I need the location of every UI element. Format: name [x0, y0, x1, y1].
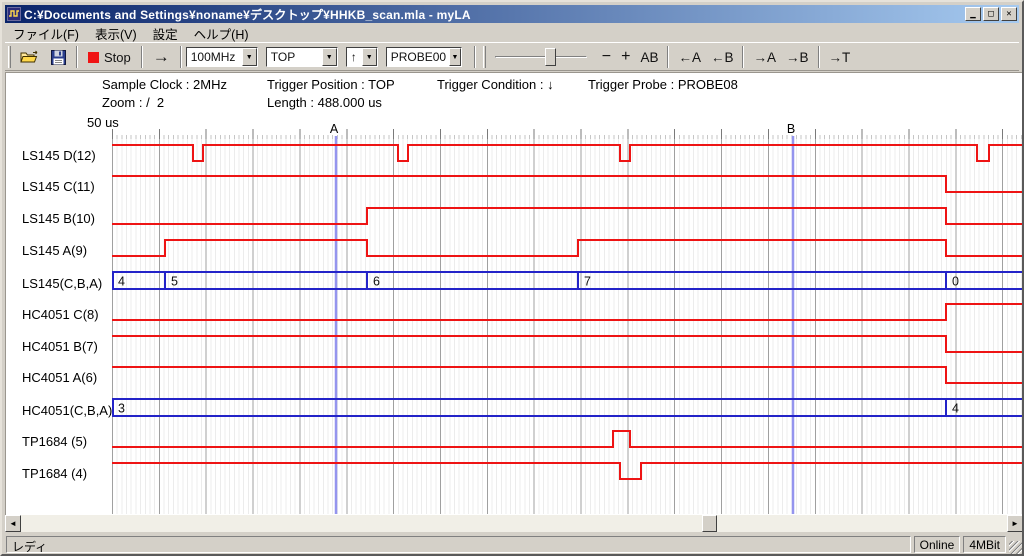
trigger-position-select[interactable]: TOP ▼ — [266, 47, 338, 67]
bus-value: 6 — [373, 275, 380, 289]
zoom-slider[interactable] — [495, 47, 587, 67]
maximize-button[interactable]: □ — [983, 7, 999, 21]
toolbar-separator — [474, 46, 476, 68]
toolbar-separator — [76, 46, 78, 68]
length-info: Length : 488.000 us — [267, 95, 382, 110]
save-button[interactable] — [45, 45, 72, 69]
chevron-down-icon[interactable]: ▼ — [322, 48, 337, 66]
toolbar: Stop → 100MHz ▼ TOP ▼ ↑ ▼ PROBE00 ▼ — [5, 44, 1019, 71]
stop-icon — [88, 52, 99, 63]
toolbar-separator — [667, 46, 669, 68]
channel-label[interactable]: HC4051 B(7) — [22, 339, 112, 354]
bus-value: 5 — [171, 275, 178, 289]
trigger-edge-select[interactable]: ↑ ▼ — [346, 47, 378, 67]
scroll-left-button[interactable]: ◄ — [5, 515, 21, 532]
stop-button[interactable]: Stop — [82, 45, 137, 69]
toolbar-separator — [742, 46, 744, 68]
goto-b-left-button[interactable]: ←B — [706, 48, 739, 67]
title-bar[interactable]: C:¥Documents and Settings¥noname¥デスクトップ¥… — [5, 5, 1019, 23]
waveform-plot[interactable]: A B 4 5 6 7 0 3 4 — [112, 120, 1023, 515]
menu-settings[interactable]: 設定 — [145, 22, 186, 45]
channel-label[interactable]: TP1684 (5) — [22, 434, 112, 449]
chevron-down-icon[interactable]: ▼ — [362, 48, 377, 66]
menu-help[interactable]: ヘルプ(H) — [186, 22, 257, 45]
app-window: C:¥Documents and Settings¥noname¥デスクトップ¥… — [0, 0, 1024, 556]
goto-a-right-button[interactable]: →A — [748, 48, 781, 67]
bus-value: 3 — [118, 402, 125, 416]
channel-label[interactable]: LS145 B(10) — [22, 211, 112, 226]
toolbar-separator — [818, 46, 820, 68]
minimize-button[interactable]: ▁ — [965, 7, 981, 21]
scroll-right-button[interactable]: ► — [1007, 515, 1023, 532]
status-bar: レディ Online 4MBit — [5, 534, 1023, 554]
trigger-condition-info: Trigger Condition : ↓ — [437, 77, 554, 92]
channel-label[interactable]: TP1684 (4) — [22, 466, 112, 481]
memory-indicator: 4MBit — [963, 536, 1006, 553]
probe-select[interactable]: PROBE00 ▼ — [386, 47, 462, 67]
sample-clock-value: 100MHz — [187, 48, 239, 66]
zoom-slider-track — [495, 56, 587, 58]
waveform-panel: Sample Clock : 2MHz Trigger Position : T… — [5, 72, 1023, 515]
toolbar-gripper — [8, 46, 11, 68]
zoom-out-button[interactable]: − — [597, 46, 616, 68]
menu-bar: ファイル(F) 表示(V) 設定 ヘルプ(H) — [5, 24, 1019, 43]
status-message: レディ — [6, 536, 911, 553]
save-floppy-icon — [51, 50, 66, 65]
online-indicator: Online — [914, 536, 961, 553]
probe-value: PROBE00 — [387, 48, 449, 66]
channel-label[interactable]: HC4051(C,B,A) — [22, 403, 112, 418]
chevron-down-icon[interactable]: ▼ — [242, 48, 257, 66]
channel-label[interactable]: LS145 D(12) — [22, 148, 112, 163]
toolbar-separator — [141, 46, 143, 68]
chevron-down-icon[interactable]: ▼ — [449, 48, 461, 66]
toolbar-separator — [180, 46, 182, 68]
cursor-B[interactable]: B — [787, 122, 795, 514]
bus-value: 4 — [952, 402, 959, 416]
horizontal-scrollbar[interactable]: ◄ ► — [5, 515, 1023, 532]
bus-value: 7 — [584, 275, 591, 289]
menu-view[interactable]: 表示(V) — [87, 22, 145, 45]
channel-label[interactable]: LS145 C(11) — [22, 179, 112, 194]
cursor-label-B: B — [787, 122, 795, 136]
sample-clock-select[interactable]: 100MHz ▼ — [186, 47, 258, 67]
grid — [113, 129, 1022, 514]
close-button[interactable]: ✕ — [1001, 7, 1017, 21]
menu-file[interactable]: ファイル(F) — [5, 22, 87, 45]
channel-label[interactable]: LS145(C,B,A) — [22, 276, 112, 291]
run-arrow-icon: → — [153, 50, 170, 64]
run-button[interactable]: → — [147, 45, 176, 69]
channel-label[interactable]: LS145 A(9) — [22, 243, 112, 258]
cursor-label-A: A — [330, 122, 339, 136]
channel-label[interactable]: HC4051 A(6) — [22, 370, 112, 385]
open-file-button[interactable] — [14, 45, 45, 69]
app-icon — [7, 7, 21, 21]
goto-trigger-button[interactable]: →T — [824, 48, 856, 67]
goto-a-left-button[interactable]: ←A — [673, 48, 706, 67]
zoom-slider-thumb[interactable] — [545, 48, 556, 66]
zoom-info: Zoom : / 2 — [102, 95, 164, 110]
resize-grip-icon[interactable] — [1009, 541, 1022, 554]
trigger-position-value: TOP — [267, 48, 298, 66]
bus-value: 4 — [118, 275, 125, 289]
scroll-thumb[interactable] — [702, 515, 717, 532]
trigger-edge-value: ↑ — [347, 48, 360, 66]
toolbar-gripper — [483, 46, 486, 68]
channel-label[interactable]: HC4051 C(8) — [22, 307, 112, 322]
trigger-position-info: Trigger Position : TOP — [267, 77, 395, 92]
goto-b-right-button[interactable]: →B — [781, 48, 814, 67]
zoom-ab-button[interactable]: AB — [635, 48, 663, 67]
sample-clock-info: Sample Clock : 2MHz — [102, 77, 227, 92]
bus-value: 0 — [952, 275, 959, 289]
stop-label: Stop — [104, 50, 131, 65]
open-folder-icon — [20, 50, 39, 64]
zoom-in-button[interactable]: + — [616, 46, 635, 68]
window-title: C:¥Documents and Settings¥noname¥デスクトップ¥… — [24, 6, 965, 23]
trigger-probe-info: Trigger Probe : PROBE08 — [588, 77, 738, 92]
